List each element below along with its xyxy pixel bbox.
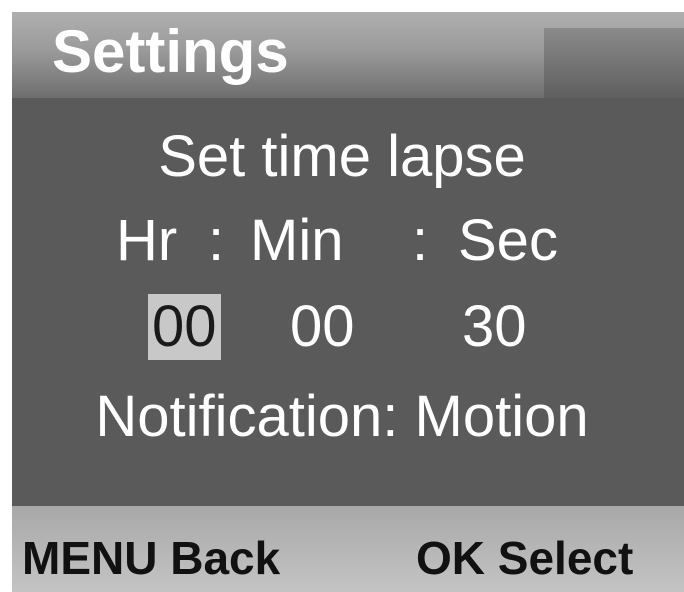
ok-select-hint[interactable]: OK Select <box>416 528 633 588</box>
minutes-value-field[interactable]: 00 <box>290 294 355 360</box>
notification-setting: Notification: Motion <box>95 384 589 449</box>
camera-settings-screen: Settings Set time lapse Hr : Min : Sec 0… <box>0 0 684 592</box>
page-title: Settings <box>52 18 289 85</box>
minute-second-separator: : <box>412 208 429 273</box>
hour-label: Hr <box>116 208 178 273</box>
minute-label: Min <box>250 208 344 273</box>
time-lapse-title: Set time lapse <box>158 124 526 189</box>
hours-value-field[interactable]: 00 <box>148 294 221 360</box>
header-tab-decoration <box>544 28 684 98</box>
hour-minute-separator: : <box>208 208 225 273</box>
seconds-value-field[interactable]: 30 <box>462 294 527 360</box>
second-label: Sec <box>458 208 558 273</box>
menu-back-hint[interactable]: MENU Back <box>22 528 280 588</box>
